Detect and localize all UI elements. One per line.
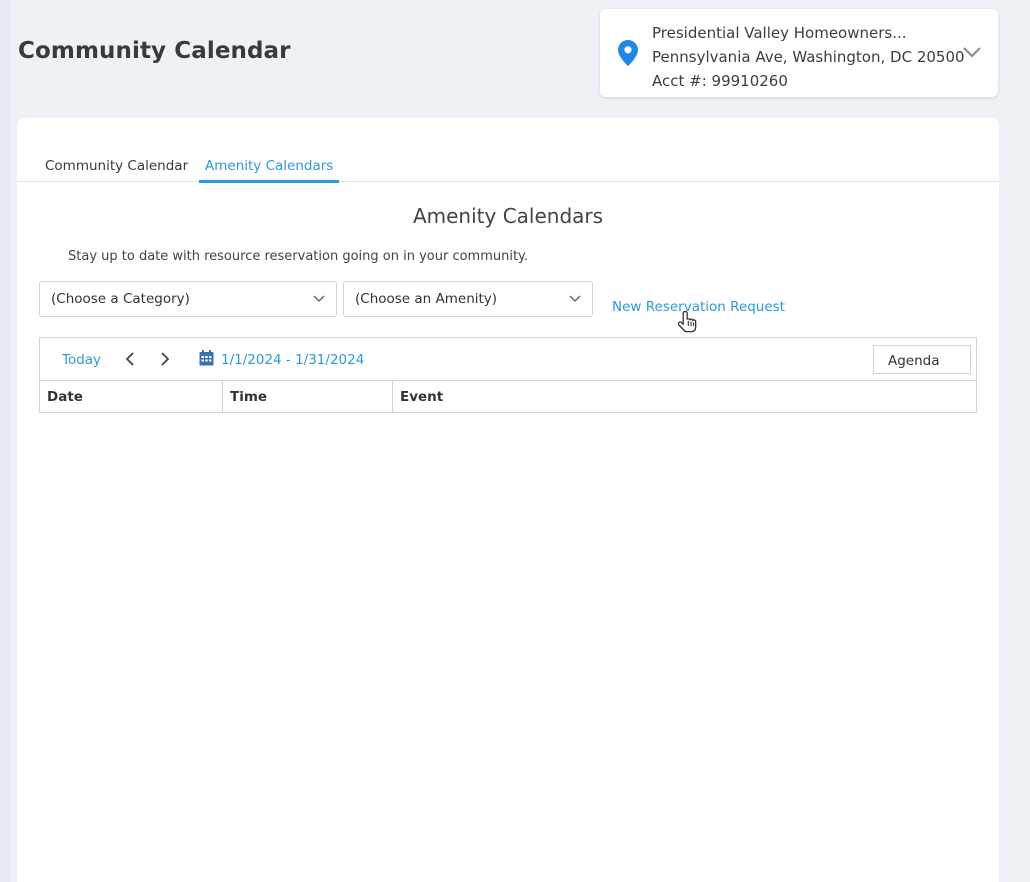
column-header-date: Date xyxy=(40,381,223,412)
today-button[interactable]: Today xyxy=(62,352,101,368)
content-card: Community Calendar Amenity Calendars Ame… xyxy=(17,118,999,882)
chevron-down-icon[interactable] xyxy=(962,45,982,59)
left-edge-strip xyxy=(0,0,10,882)
category-select[interactable]: (Choose a Category) xyxy=(39,281,337,317)
category-select-value: (Choose a Category) xyxy=(51,291,190,307)
date-range-picker[interactable]: 1/1/2024 - 1/31/2024 xyxy=(221,352,364,368)
account-details: Presidential Valley Homeowners... Pennsy… xyxy=(652,21,965,93)
agenda-calendar: Today 1/1/2024 - 1/31/2024 Agenda Date T… xyxy=(39,337,977,413)
tab-amenity-calendars[interactable]: Amenity Calendars xyxy=(199,158,340,183)
tab-community-calendar[interactable]: Community Calendar xyxy=(39,158,194,182)
chevron-down-icon xyxy=(569,295,581,303)
column-header-event: Event xyxy=(400,389,444,405)
calendar-icon[interactable] xyxy=(199,350,214,366)
chevron-left-icon[interactable] xyxy=(125,351,135,367)
account-number: Acct #: 99910260 xyxy=(652,72,788,90)
section-title: Amenity Calendars xyxy=(412,204,604,228)
account-name: Presidential Valley Homeowners... xyxy=(652,24,907,42)
account-selector[interactable]: Presidential Valley Homeowners... Pennsy… xyxy=(600,9,998,97)
location-pin-icon xyxy=(618,40,638,66)
view-selector-button[interactable]: Agenda xyxy=(873,345,971,374)
section-description: Stay up to date with resource reservatio… xyxy=(68,249,529,264)
page: Community Calendar Presidential Valley H… xyxy=(0,0,1030,882)
calendar-toolbar: Today 1/1/2024 - 1/31/2024 Agenda xyxy=(40,338,976,381)
new-reservation-request-link[interactable]: New Reservation Request xyxy=(612,299,785,315)
tab-bar: Community Calendar Amenity Calendars xyxy=(17,154,999,183)
column-header-time: Time xyxy=(223,381,393,412)
agenda-header-row: Date Time Event xyxy=(40,381,976,412)
chevron-down-icon xyxy=(313,295,325,303)
account-address: Pennsylvania Ave, Washington, DC 20500 xyxy=(652,48,965,66)
page-title: Community Calendar xyxy=(18,38,291,64)
hand-cursor-icon xyxy=(678,310,697,333)
amenity-select[interactable]: (Choose an Amenity) xyxy=(343,281,593,317)
chevron-right-icon[interactable] xyxy=(160,351,170,367)
amenity-select-value: (Choose an Amenity) xyxy=(355,291,498,307)
